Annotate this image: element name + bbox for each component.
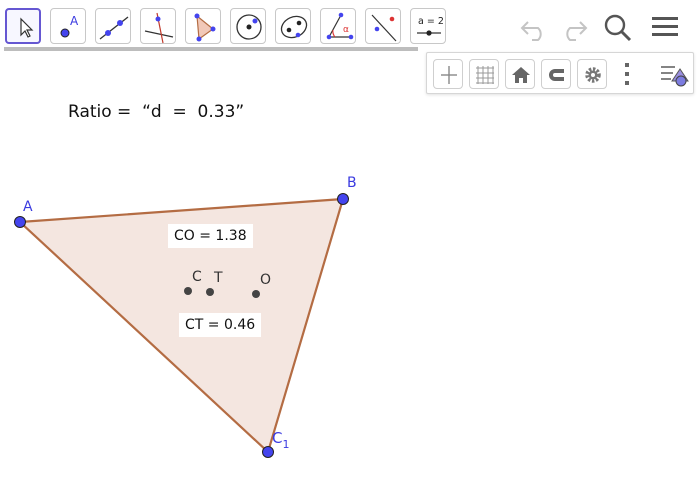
point-a [14,216,26,228]
menu-icon [652,17,678,36]
axes-icon [441,66,457,84]
move-tool-button[interactable] [5,8,41,44]
point-tool-button[interactable]: A [50,8,86,44]
style-bar [426,52,694,94]
perpendicular-line-tool-button[interactable] [140,8,176,44]
slider-tool-label: a = 2 [418,16,444,27]
magnet-icon [549,69,564,81]
angle-tool-label: α [343,25,349,35]
home-icon [512,67,530,83]
label-c: C [192,269,202,285]
label-t: T [214,270,223,286]
toggle-axes-button[interactable] [433,59,463,89]
label-c1: C1 [272,429,289,451]
slider-tool-button[interactable]: a = 2 [410,8,446,44]
menu-button[interactable] [648,10,684,44]
home-button[interactable] [505,59,535,89]
co-measurement[interactable]: CO = 1.38 [168,224,253,248]
point-b [337,193,349,205]
arrow-cursor-icon [20,17,34,38]
ct-measurement[interactable]: CT = 0.46 [179,313,262,337]
undo-button[interactable] [518,10,554,44]
more-options-button[interactable] [617,59,637,89]
ellipse-icon [280,15,308,39]
toggle-grid-button[interactable] [469,59,499,89]
redo-button[interactable] [554,10,590,44]
point-tool-label: A [70,14,79,28]
reflect-icon [371,14,397,42]
graphics-icon [661,66,689,87]
search-button[interactable] [600,10,636,44]
polygon-tool-button[interactable] [185,8,221,44]
line-icon [99,16,129,40]
redo-icon [566,21,588,41]
perpendicular-line-icon [144,12,174,44]
label-c1-subscript: 1 [282,438,290,451]
conic-tool-button[interactable] [275,8,311,44]
more-icon [625,63,629,85]
angle-icon: α [326,12,354,40]
label-c1-main: C [272,429,283,447]
point-o [252,290,260,298]
label-o: O [260,272,272,288]
gear-icon [585,67,601,83]
toolbar: A α a = 2 [0,0,700,51]
graphics-style-button[interactable] [657,59,691,89]
search-icon [604,14,632,42]
line-tool-button[interactable] [95,8,131,44]
point-icon: A [60,14,79,38]
settings-button[interactable] [577,59,607,89]
polygon-icon [194,13,216,42]
toolbar-divider [4,47,418,51]
point-c1 [262,446,274,458]
angle-tool-button[interactable]: α [320,8,356,44]
undo-icon [520,21,542,41]
circle-tool-button[interactable] [230,8,266,44]
ratio-text: Ratio = “d = 0.33” [68,102,245,122]
label-b: B [347,175,357,191]
circle-icon [236,14,262,40]
snap-button[interactable] [541,59,571,89]
point-c [184,287,192,295]
label-a: A [23,199,33,215]
slider-icon: a = 2 [417,16,444,36]
reflect-tool-button[interactable] [365,8,401,44]
point-t [206,288,214,296]
grid-icon [476,66,494,84]
